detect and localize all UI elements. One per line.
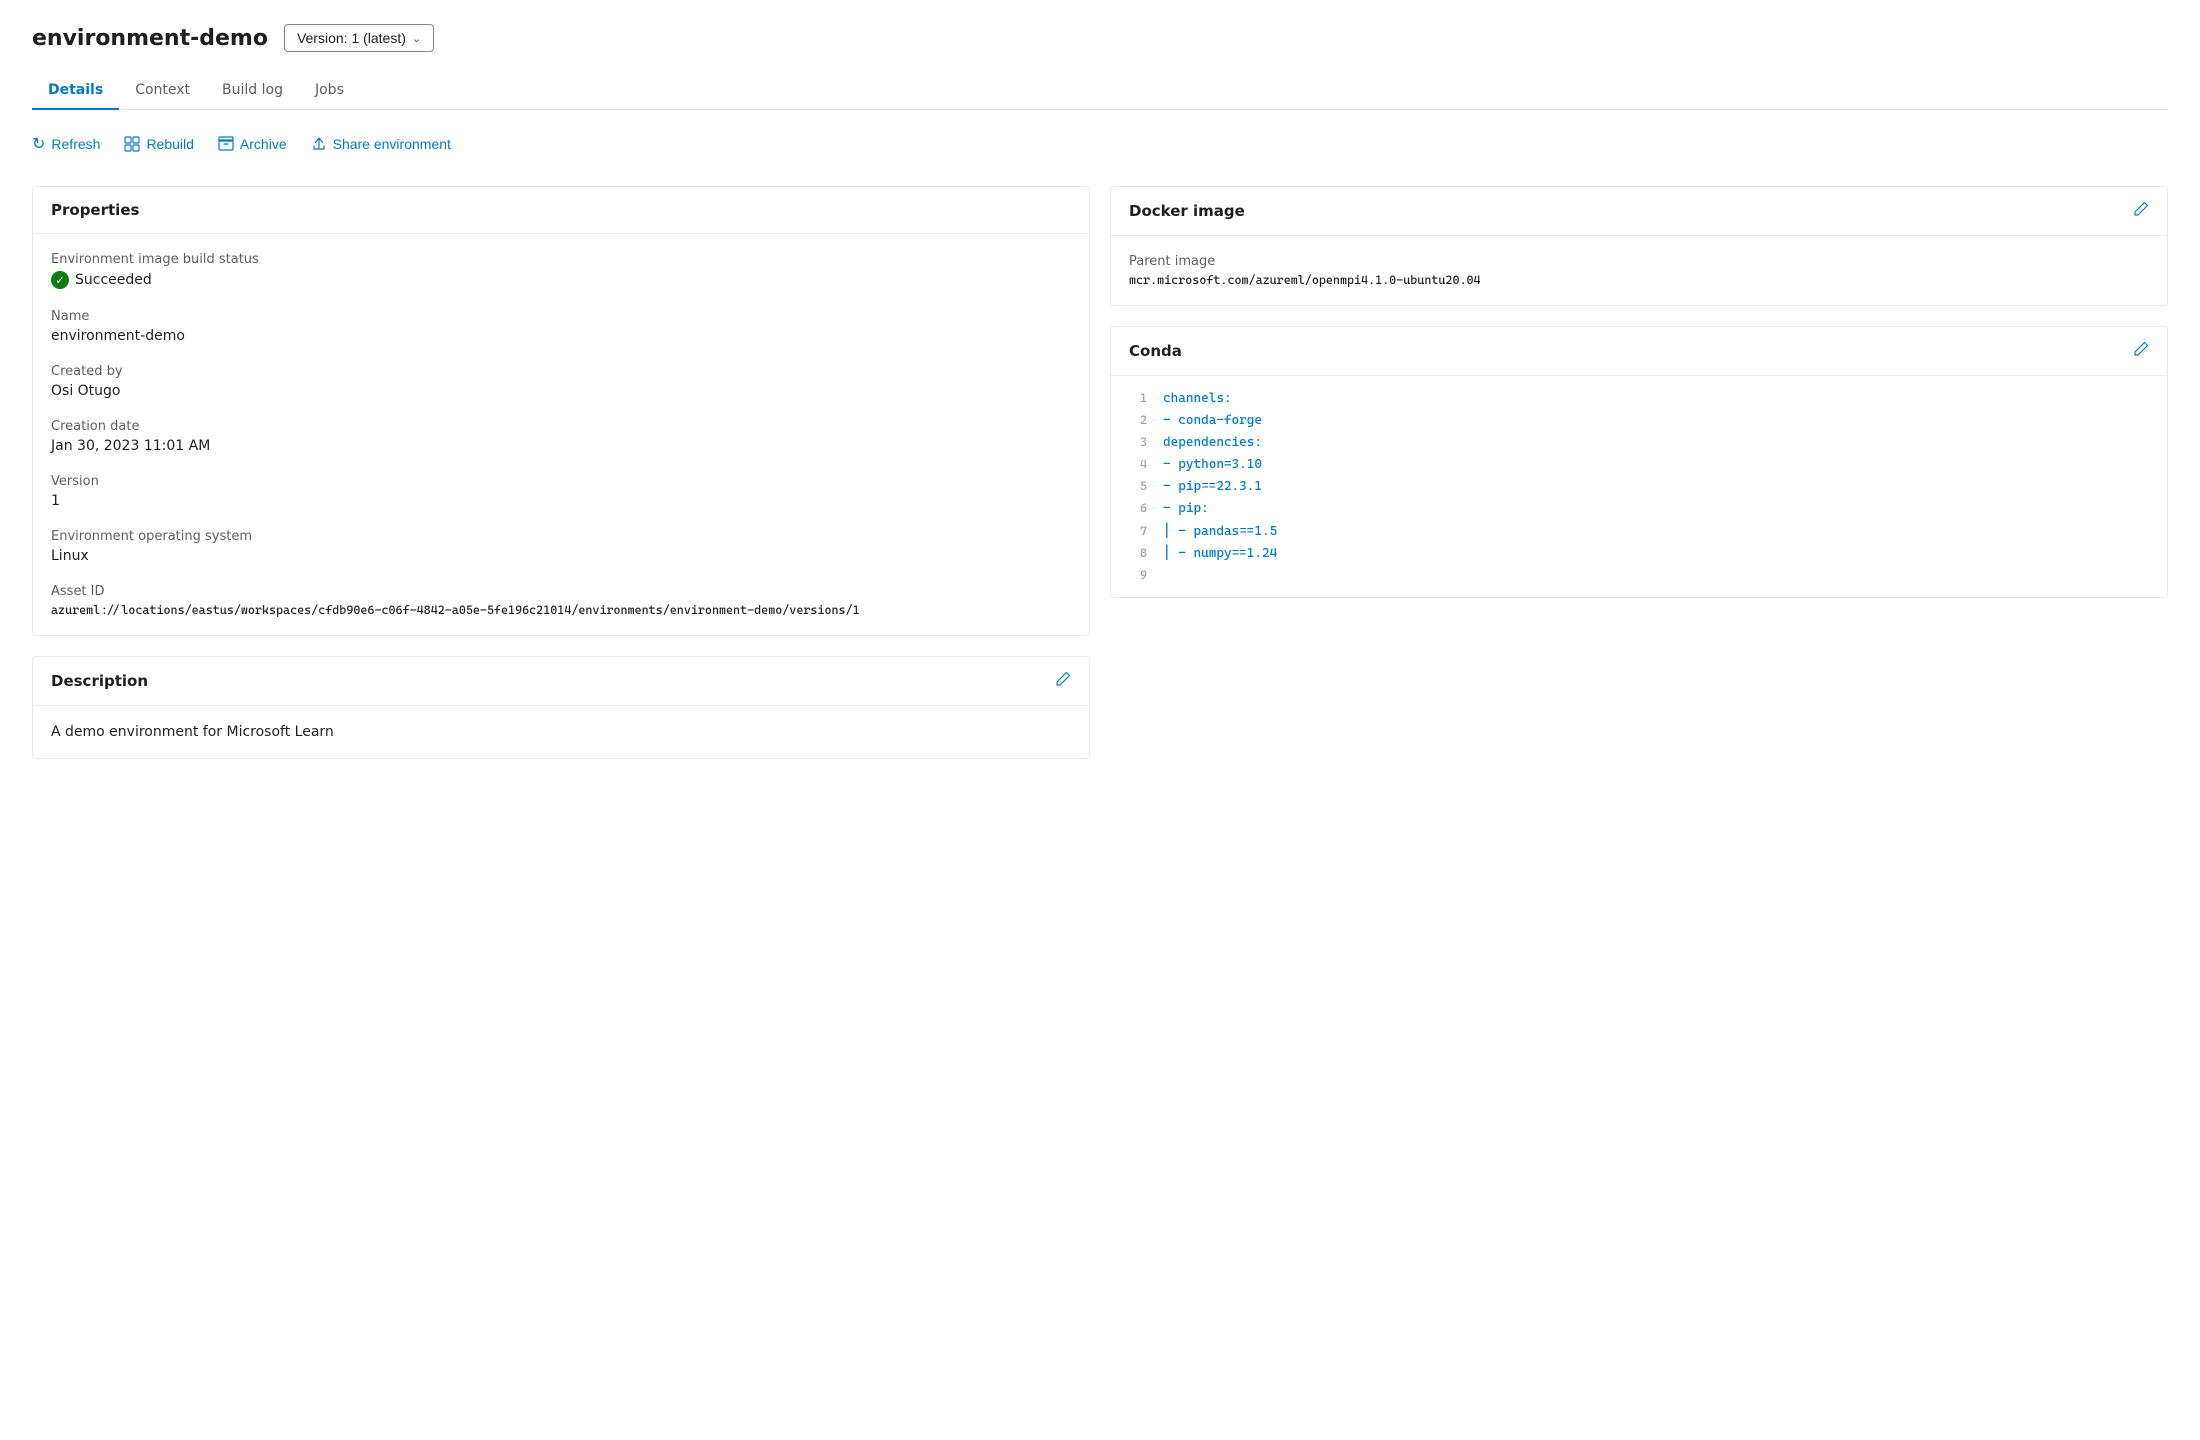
tab-navigation: Details Context Build log Jobs (32, 72, 2168, 110)
description-text: A demo environment for Microsoft Learn (51, 724, 1071, 740)
conda-title: Conda (1129, 342, 1182, 360)
success-icon: ✓ (51, 271, 69, 289)
parent-image-value: mcr.microsoft.com/azureml/openmpi4.1.0-u… (1129, 273, 2149, 287)
archive-icon (218, 136, 234, 152)
status-value: Succeeded (75, 272, 152, 288)
line-content: - pip: (1163, 498, 1209, 520)
version-value: 1 (51, 493, 1071, 509)
line-content: - conda-forge (1163, 410, 1262, 432)
docker-image-title: Docker image (1129, 202, 1245, 220)
line-number: 5 (1127, 476, 1147, 498)
share-button[interactable]: Share environment (311, 132, 451, 156)
conda-edit-icon[interactable] (2133, 341, 2149, 361)
properties-title: Properties (51, 201, 139, 219)
archive-button[interactable]: Archive (218, 132, 287, 156)
property-os: Environment operating system Linux (51, 529, 1071, 564)
line-content: - python=3.10 (1163, 454, 1262, 476)
asset-id-label: Asset ID (51, 584, 1071, 599)
asset-id-value: azureml://locations/eastus/workspaces/cf… (51, 603, 1071, 617)
line-number: 3 (1127, 432, 1147, 454)
line-number: 2 (1127, 410, 1147, 432)
main-content: Properties Environment image build statu… (32, 186, 2168, 759)
archive-label: Archive (240, 136, 287, 152)
created-by-value: Osi Otugo (51, 383, 1071, 399)
line-number: 9 (1127, 565, 1147, 585)
left-column: Properties Environment image build statu… (32, 186, 1090, 759)
refresh-button[interactable]: ↻ Refresh (32, 130, 100, 158)
line-number: 7 (1127, 521, 1147, 543)
creation-date-value: Jan 30, 2023 11:01 AM (51, 438, 1071, 454)
line-content: channels: (1163, 388, 1232, 410)
line-number: 8 (1127, 543, 1147, 565)
properties-card: Properties Environment image build statu… (32, 186, 1090, 636)
version-label: Version: 1 (latest) (297, 30, 406, 46)
docker-image-card: Docker image Parent image mcr.microsoft.… (1110, 186, 2168, 306)
property-created-by: Created by Osi Otugo (51, 364, 1071, 399)
rebuild-icon (124, 136, 140, 152)
docker-image-header: Docker image (1111, 187, 2167, 236)
os-label: Environment operating system (51, 529, 1071, 544)
line-content: - pip==22.3.1 (1163, 476, 1262, 498)
page-header: environment-demo Version: 1 (latest) ⌄ (32, 24, 2168, 52)
name-value: environment-demo (51, 328, 1071, 344)
conda-line: 7 │ - pandas==1.5 (1127, 521, 2151, 543)
conda-code-block: 1channels:2 - conda-forge3dependencies:4… (1111, 376, 2167, 597)
refresh-icon: ↻ (32, 134, 45, 154)
property-version: Version 1 (51, 474, 1071, 509)
conda-line: 4 - python=3.10 (1127, 454, 2151, 476)
status-badge: ✓ Succeeded (51, 271, 1071, 289)
conda-line: 9 (1127, 565, 2151, 585)
property-status: Environment image build status ✓ Succeed… (51, 252, 1071, 289)
tab-details[interactable]: Details (32, 72, 119, 110)
line-number: 1 (1127, 388, 1147, 410)
description-body: A demo environment for Microsoft Learn (33, 706, 1089, 758)
rebuild-button[interactable]: Rebuild (124, 132, 193, 156)
conda-line: 3 dependencies: (1127, 432, 2151, 454)
share-label: Share environment (333, 136, 451, 152)
conda-line: 2 - conda-forge (1127, 410, 2151, 432)
properties-body: Environment image build status ✓ Succeed… (33, 234, 1089, 635)
toolbar: ↻ Refresh Rebuild Archive (32, 130, 2168, 158)
docker-image-body: Parent image mcr.microsoft.com/azureml/o… (1111, 236, 2167, 305)
line-content: dependencies: (1163, 432, 1262, 454)
conda-line: 5 - pip==22.3.1 (1127, 476, 2151, 498)
name-label: Name (51, 309, 1071, 324)
version-label-prop: Version (51, 474, 1071, 489)
status-label: Environment image build status (51, 252, 1071, 267)
line-content: │ - numpy==1.24 (1163, 543, 1277, 565)
description-edit-icon[interactable] (1055, 671, 1071, 691)
rebuild-label: Rebuild (146, 136, 193, 152)
docker-image-edit-icon[interactable] (2133, 201, 2149, 221)
os-value: Linux (51, 548, 1071, 564)
created-by-label: Created by (51, 364, 1071, 379)
line-number: 4 (1127, 454, 1147, 476)
tab-context[interactable]: Context (119, 72, 206, 110)
chevron-down-icon: ⌄ (412, 32, 421, 45)
refresh-label: Refresh (51, 136, 100, 152)
right-column: Docker image Parent image mcr.microsoft.… (1110, 186, 2168, 598)
description-title: Description (51, 672, 148, 690)
tab-build-log[interactable]: Build log (206, 72, 299, 110)
property-asset-id: Asset ID azureml://locations/eastus/work… (51, 584, 1071, 617)
page-title: environment-demo (32, 26, 268, 51)
conda-line: 8 │ - numpy==1.24 (1127, 543, 2151, 565)
version-dropdown[interactable]: Version: 1 (latest) ⌄ (284, 24, 434, 52)
parent-image-label: Parent image (1129, 254, 2149, 269)
description-header: Description (33, 657, 1089, 706)
conda-card: Conda 1channels:2 - conda-forge3dependen… (1110, 326, 2168, 598)
property-name: Name environment-demo (51, 309, 1071, 344)
line-number: 6 (1127, 498, 1147, 520)
conda-header: Conda (1111, 327, 2167, 376)
parent-image-group: Parent image mcr.microsoft.com/azureml/o… (1129, 254, 2149, 287)
creation-date-label: Creation date (51, 419, 1071, 434)
description-card: Description A demo environment for Micro… (32, 656, 1090, 759)
conda-line: 1 channels: (1127, 388, 2151, 410)
properties-header: Properties (33, 187, 1089, 234)
share-icon (311, 136, 327, 152)
line-content: │ - pandas==1.5 (1163, 521, 1277, 543)
tab-jobs[interactable]: Jobs (299, 72, 360, 110)
conda-line: 6 - pip: (1127, 498, 2151, 520)
property-creation-date: Creation date Jan 30, 2023 11:01 AM (51, 419, 1071, 454)
